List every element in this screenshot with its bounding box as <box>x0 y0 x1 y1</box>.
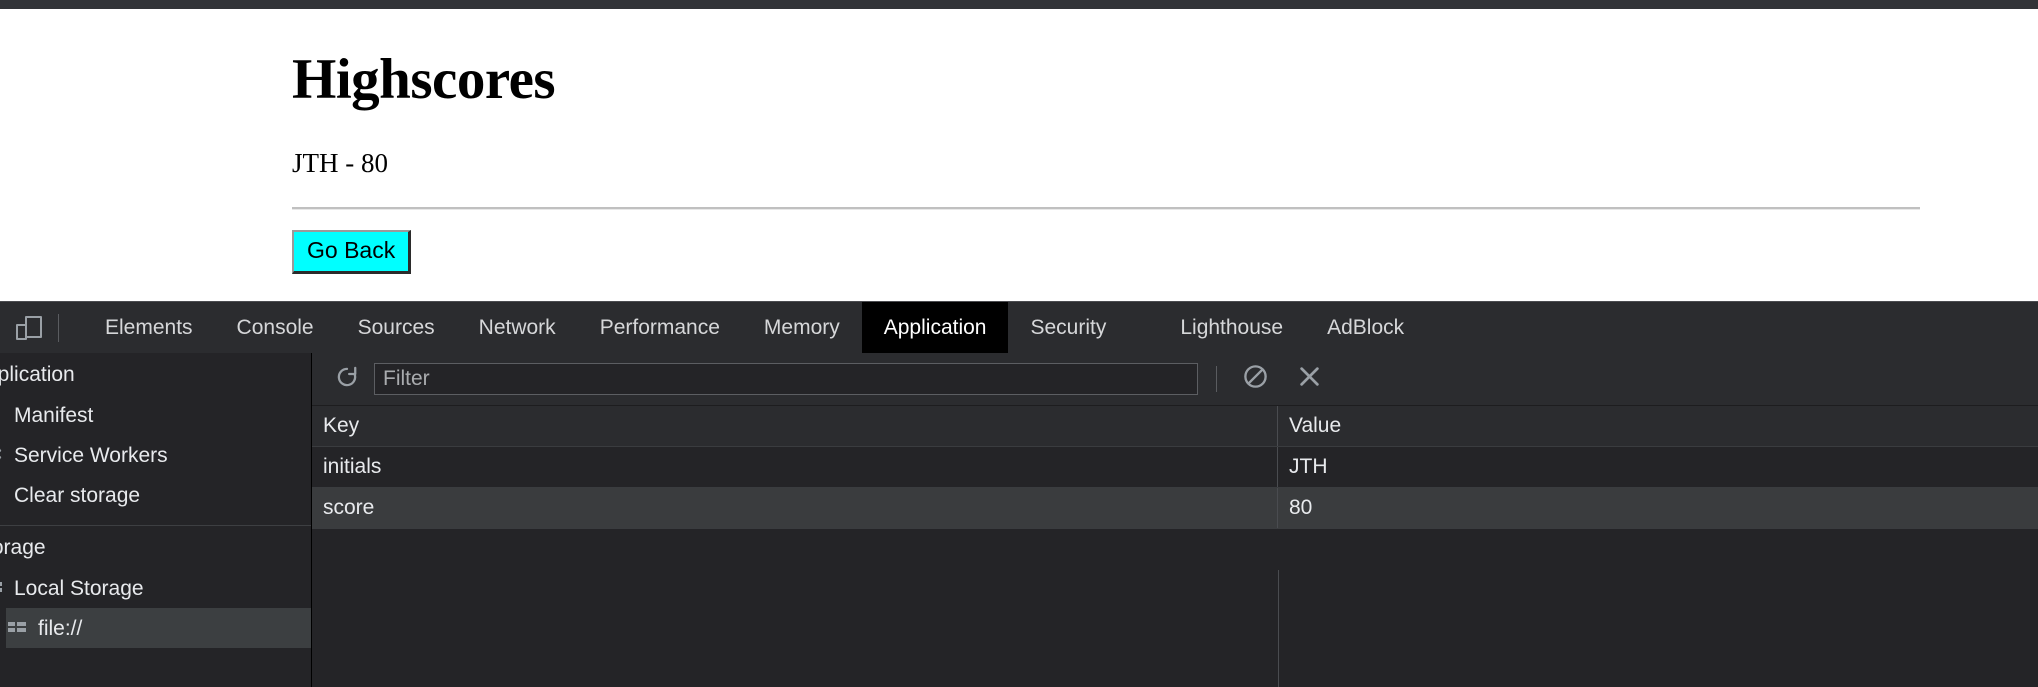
tab-adblock[interactable]: AdBlock <box>1305 302 1426 354</box>
browser-top-strip <box>0 0 2038 9</box>
sidebar-item-local-storage[interactable]: Local Storage <box>0 568 311 608</box>
column-header-value[interactable]: Value <box>1278 406 2038 446</box>
gear-icon <box>0 444 4 466</box>
delete-icon <box>1296 363 1323 395</box>
page-title: Highscores <box>292 48 556 111</box>
trash-icon <box>0 484 4 506</box>
table-empty-area <box>312 570 2038 687</box>
sidebar-item-service-workers[interactable]: Service Workers <box>0 435 311 475</box>
sidebar-section-storage: Storage <box>0 536 46 559</box>
table-empty-value-column <box>1279 570 2038 687</box>
table-icon <box>0 577 4 599</box>
table-header-row: Key Value <box>312 406 2038 447</box>
sidebar-item-label: Clear storage <box>14 483 141 507</box>
tab-application[interactable]: Application <box>861 302 1009 354</box>
table-row[interactable]: initials JTH <box>312 447 2038 488</box>
tab-security[interactable]: Security <box>1008 302 1128 354</box>
application-sidebar: Application Manifest Service Workers Cle… <box>0 353 312 687</box>
table-icon <box>6 617 28 639</box>
sidebar-item-manifest[interactable]: Manifest <box>0 395 311 435</box>
toolbar-separator <box>1216 366 1217 392</box>
refresh-button[interactable] <box>330 362 364 396</box>
table-row[interactable]: score 80 <box>312 488 2038 529</box>
clear-all-icon <box>1242 363 1269 395</box>
sidebar-item-label: Local Storage <box>14 576 144 600</box>
sidebar-section-application: Application <box>0 363 75 386</box>
tab-console[interactable]: Console <box>215 302 336 354</box>
refresh-icon <box>334 364 360 395</box>
sidebar-item-label: Manifest <box>14 403 94 427</box>
tab-memory[interactable]: Memory <box>742 302 862 354</box>
go-back-button-wrap: Go Back <box>292 210 1920 274</box>
cell-key[interactable]: score <box>312 488 1278 528</box>
page-viewport: Highscores JTH - 80 Go Back <box>0 9 2038 301</box>
tab-sources[interactable]: Sources <box>336 302 457 354</box>
tab-elements[interactable]: Elements <box>83 302 215 354</box>
table-empty-key-column <box>312 570 1279 687</box>
delete-selected-button[interactable] <box>1289 362 1329 396</box>
devtools-tabbar: Elements Console Sources Network Perform… <box>0 301 2038 354</box>
sidebar-item-label: file:// <box>38 616 83 640</box>
clear-all-button[interactable] <box>1235 362 1275 396</box>
device-toolbar-icon <box>16 316 42 340</box>
cell-key[interactable]: initials <box>312 447 1278 487</box>
tab-network[interactable]: Network <box>457 302 578 354</box>
cell-value[interactable]: 80 <box>1278 488 2038 528</box>
storage-toolbar <box>312 353 2038 406</box>
tab-lighthouse[interactable]: Lighthouse <box>1158 302 1305 354</box>
local-storage-table: Key Value initials JTH score 80 <box>312 406 2038 687</box>
page-content: Highscores JTH - 80 Go Back <box>292 9 1920 274</box>
device-toolbar-toggle-button[interactable] <box>0 302 58 354</box>
document-icon <box>0 404 4 426</box>
devtools-tab-list: Elements Console Sources Network Perform… <box>59 302 1426 354</box>
devtools-body: Application Manifest Service Workers Cle… <box>0 353 2038 687</box>
sidebar-item-clear-storage[interactable]: Clear storage <box>0 475 311 515</box>
filter-input[interactable] <box>374 363 1198 395</box>
go-back-button[interactable]: Go Back <box>292 230 412 274</box>
devtools-panel: Elements Console Sources Network Perform… <box>0 301 2038 687</box>
column-header-key[interactable]: Key <box>312 406 1278 446</box>
sidebar-item-file-origin[interactable]: file:// <box>6 608 311 648</box>
highscore-entry: JTH - 80 <box>292 148 388 178</box>
sidebar-item-label: Service Workers <box>14 443 168 467</box>
storage-main-panel: Key Value initials JTH score 80 <box>312 353 2038 687</box>
tab-performance[interactable]: Performance <box>578 302 742 354</box>
cell-value[interactable]: JTH <box>1278 447 2038 487</box>
